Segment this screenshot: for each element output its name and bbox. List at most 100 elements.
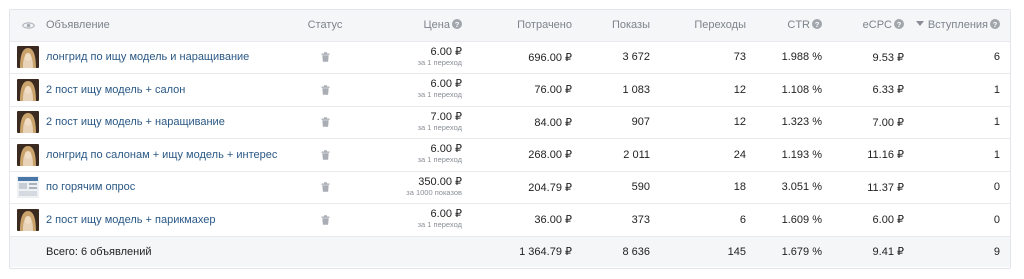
ad-name-cell: 2 пост ищу модель + наращивание <box>46 106 292 139</box>
ad-name-link[interactable]: лонгрид по салонам + ищу модель + интере… <box>46 149 277 161</box>
status-cell <box>292 106 358 139</box>
totals-ecpc: 9.41 ₽ <box>872 246 904 259</box>
impressions-cell: 2 011 <box>623 148 650 161</box>
svg-text:?: ? <box>815 20 820 29</box>
column-header-impressions[interactable]: Показы <box>582 10 660 41</box>
info-icon[interactable]: ? <box>812 19 822 30</box>
ctr-cell: 1.988 % <box>781 51 822 64</box>
spent-cell: 696.00 ₽ <box>528 51 572 64</box>
table-row: лонгрид по ищу модель и наращивание 6.00… <box>10 41 1010 74</box>
portrait-thumbnail <box>17 143 39 166</box>
column-header-status[interactable]: Статус <box>292 10 358 41</box>
price-unit: за 1 переход <box>417 90 462 100</box>
trash-icon[interactable] <box>321 85 330 95</box>
price-value: 7.00 ₽ <box>430 110 462 123</box>
svg-text:?: ? <box>455 20 460 29</box>
trash-icon[interactable] <box>321 117 330 128</box>
clicks-cell: 6 <box>739 213 746 226</box>
ads-stats-table: Объявление Статус Цена? Потрачено Показы… <box>10 10 1010 267</box>
column-header-ad[interactable]: Объявление <box>46 10 292 41</box>
table-row: 2 пост ищу модель + парикмахер 6.00 ₽ за … <box>10 203 1010 237</box>
screenshot-thumbnail <box>17 176 39 199</box>
trash-icon[interactable] <box>321 52 330 63</box>
ad-thumbnail[interactable] <box>17 176 39 199</box>
price-cell: 6.00 ₽ за 1 переход <box>358 139 472 172</box>
ad-name-link[interactable]: лонгрид по ищу модель и наращивание <box>46 51 249 63</box>
price-cell: 6.00 ₽ за 1 переход <box>358 41 472 74</box>
ad-name-link[interactable]: по горячим опрос <box>46 181 135 193</box>
ad-thumbnail[interactable] <box>17 78 39 101</box>
ad-name-cell: 2 пост ищу модель + салон <box>46 74 292 107</box>
spent-cell: 76.00 ₽ <box>534 84 572 97</box>
ad-thumbnail-cell <box>10 74 46 107</box>
status-cell <box>292 171 358 204</box>
totals-ctr: 1.679 % <box>781 245 822 258</box>
column-header-clicks[interactable]: Переходы <box>660 10 756 41</box>
impressions-cell: 3 672 <box>622 51 650 64</box>
spent-cell: 268.00 ₽ <box>528 149 572 162</box>
ad-thumbnail-cell <box>10 106 46 139</box>
ad-thumbnail[interactable] <box>17 111 39 134</box>
ad-thumbnail[interactable] <box>17 143 39 166</box>
column-header-joins[interactable]: Вступления? <box>914 10 1010 41</box>
price-unit: за 1 переход <box>417 220 462 230</box>
price-value: 6.00 ₽ <box>430 143 462 156</box>
visibility-column-header[interactable] <box>10 10 46 41</box>
info-icon[interactable]: ? <box>452 19 462 30</box>
price-unit: за 1 переход <box>417 57 462 67</box>
clicks-cell: 12 <box>733 116 746 129</box>
joins-cell: 1 <box>993 116 1000 129</box>
column-header-spent[interactable]: Потрачено <box>472 10 582 41</box>
price-cell: 7.00 ₽ за 1 переход <box>358 106 472 139</box>
spent-cell: 204.79 ₽ <box>528 181 572 194</box>
price-cell: 350.00 ₽ за 1000 показов <box>358 171 472 204</box>
table-row: по горячим опрос 350.00 ₽ за 1000 показов… <box>10 171 1010 204</box>
ad-thumbnail[interactable] <box>17 208 39 231</box>
sort-desc-icon <box>915 21 924 27</box>
price-value: 6.00 ₽ <box>430 45 462 58</box>
price-unit: за 1 переход <box>417 122 462 132</box>
ctr-cell: 1.323 % <box>781 116 822 129</box>
price-value: 350.00 ₽ <box>418 175 462 188</box>
table-row: лонгрид по салонам + ищу модель + интере… <box>10 138 1010 172</box>
info-icon[interactable]: ? <box>990 19 1000 30</box>
ecpc-cell: 11.16 ₽ <box>867 149 904 162</box>
ads-stats-table-container: Объявление Статус Цена? Потрачено Показы… <box>9 9 1011 269</box>
portrait-thumbnail <box>17 78 39 101</box>
joins-cell: 0 <box>993 213 1000 226</box>
table-row: 2 пост ищу модель + наращивание 7.00 ₽ за… <box>10 106 1010 139</box>
ad-name-link[interactable]: 2 пост ищу модель + салон <box>46 84 185 96</box>
status-cell <box>292 204 358 237</box>
ad-thumbnail-cell <box>10 41 46 74</box>
trash-icon[interactable] <box>321 150 330 160</box>
price-unit: за 1000 показов <box>406 187 462 197</box>
trash-icon[interactable] <box>321 215 330 225</box>
svg-text:?: ? <box>897 20 902 29</box>
column-header-ctr[interactable]: CTR? <box>756 10 832 41</box>
ctr-cell: 1.108 % <box>781 83 822 96</box>
ad-name-link[interactable]: 2 пост ищу модель + парикмахер <box>46 214 215 226</box>
totals-row: Всего: 6 объявлений 1 364.79 ₽ 8 636 145… <box>10 236 1010 267</box>
ad-thumbnail-cell <box>10 171 46 204</box>
svg-text:?: ? <box>993 20 998 29</box>
price-value: 6.00 ₽ <box>430 78 462 91</box>
status-cell <box>292 41 358 74</box>
trash-icon[interactable] <box>321 182 330 193</box>
column-header-ecpc[interactable]: eCPC? <box>832 10 914 41</box>
ctr-cell: 1.193 % <box>781 148 822 161</box>
impressions-cell: 1 083 <box>622 83 650 96</box>
ad-thumbnail[interactable] <box>17 46 39 69</box>
totals-joins: 9 <box>993 245 1000 258</box>
totals-label: Всего: 6 объявлений <box>46 245 152 258</box>
clicks-cell: 24 <box>733 148 746 161</box>
info-icon[interactable]: ? <box>894 19 904 30</box>
table-header-row: Объявление Статус Цена? Потрачено Показы… <box>10 10 1010 41</box>
ecpc-cell: 9.53 ₽ <box>872 51 904 64</box>
ad-thumbnail-cell <box>10 204 46 237</box>
impressions-cell: 907 <box>631 116 650 129</box>
ecpc-cell: 11.37 ₽ <box>867 181 904 194</box>
ad-name-link[interactable]: 2 пост ищу модель + наращивание <box>46 116 225 128</box>
price-value: 6.00 ₽ <box>430 208 462 221</box>
portrait-thumbnail <box>17 46 39 69</box>
column-header-price[interactable]: Цена? <box>358 10 472 41</box>
